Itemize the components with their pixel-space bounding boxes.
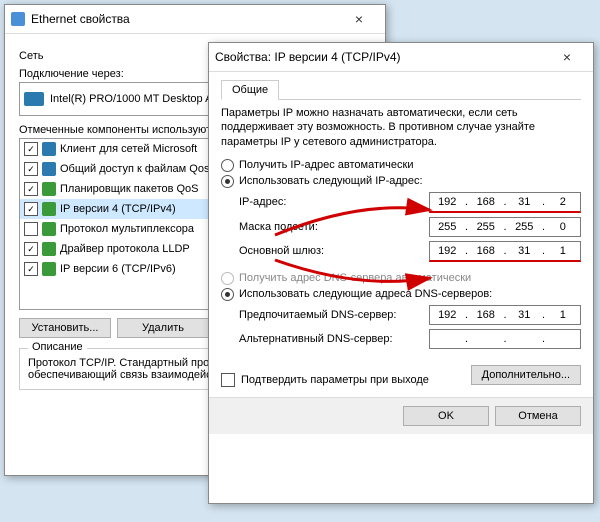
preferred-dns-input[interactable]: 192.168.31.1 <box>429 305 581 325</box>
dns2-label: Альтернативный DNS-сервер: <box>239 333 429 345</box>
checkbox-icon[interactable]: ✓ <box>24 142 38 156</box>
adapter-icon <box>24 92 44 106</box>
radio-label: Получить IP-адрес автоматически <box>239 159 413 171</box>
close-icon[interactable]: × <box>339 7 379 31</box>
gateway-input[interactable]: 192.168.31.1 <box>429 241 581 262</box>
component-icon <box>42 182 56 196</box>
validate-on-exit-checkbox[interactable]: Подтвердить параметры при выходе <box>221 373 471 387</box>
tab-general[interactable]: Общие <box>221 80 279 100</box>
cancel-button[interactable]: Отмена <box>495 406 581 426</box>
radio-icon <box>221 159 234 172</box>
component-label: Протокол мультиплексора <box>60 223 194 235</box>
component-icon <box>42 262 56 276</box>
component-icon <box>42 202 56 216</box>
gateway-label: Основной шлюз: <box>239 245 429 257</box>
subnet-mask-input[interactable]: 255.255.255.0 <box>429 217 581 237</box>
component-icon <box>42 242 56 256</box>
advanced-button[interactable]: Дополнительно... <box>471 365 581 385</box>
window-title: Ethernet свойства <box>31 12 339 26</box>
checkbox-icon <box>221 373 235 387</box>
checkbox-icon[interactable]: ✓ <box>24 182 38 196</box>
radio-auto-ip[interactable]: Получить IP-адрес автоматически <box>221 159 581 172</box>
ip-label: IP-адрес: <box>239 196 429 208</box>
network-icon <box>11 12 25 26</box>
ip-address-input[interactable]: 192.168.31.2 <box>429 192 581 213</box>
tabs: Общие <box>221 80 581 100</box>
titlebar[interactable]: Ethernet свойства × <box>5 5 385 34</box>
checkbox-icon[interactable] <box>24 222 38 236</box>
dns1-label: Предпочитаемый DNS-сервер: <box>239 309 429 321</box>
component-icon <box>42 222 56 236</box>
intro-text: Параметры IP можно назначать автоматичес… <box>221 106 581 149</box>
component-label: IP версии 6 (TCP/IPv6) <box>60 263 176 275</box>
radio-label: Использовать следующий IP-адрес: <box>239 175 423 187</box>
radio-label: Использовать следующие адреса DNS-сервер… <box>239 288 492 300</box>
checkbox-icon[interactable]: ✓ <box>24 242 38 256</box>
checkbox-label: Подтвердить параметры при выходе <box>241 374 429 386</box>
component-label: Клиент для сетей Microsoft <box>60 143 197 155</box>
radio-manual-ip[interactable]: Использовать следующий IP-адрес: <box>221 175 581 188</box>
radio-manual-dns[interactable]: Использовать следующие адреса DNS-сервер… <box>221 288 581 301</box>
window-title: Свойства: IP версии 4 (TCP/IPv4) <box>215 50 547 64</box>
description-title: Описание <box>28 341 87 353</box>
close-icon[interactable]: × <box>547 45 587 69</box>
ipv4-properties-window: Свойства: IP версии 4 (TCP/IPv4) × Общие… <box>208 42 594 504</box>
radio-icon <box>221 175 234 188</box>
component-label: Планировщик пакетов QoS <box>60 183 199 195</box>
alternate-dns-input[interactable]: ... <box>429 329 581 349</box>
ok-button[interactable]: OK <box>403 406 489 426</box>
radio-icon <box>221 272 234 285</box>
radio-auto-dns: Получить адрес DNS-сервера автоматически <box>221 272 581 285</box>
component-label: Драйвер протокола LLDP <box>60 243 190 255</box>
component-icon <box>42 162 56 176</box>
mask-label: Маска подсети: <box>239 221 429 233</box>
component-icon <box>42 142 56 156</box>
checkbox-icon[interactable]: ✓ <box>24 202 38 216</box>
checkbox-icon[interactable]: ✓ <box>24 262 38 276</box>
radio-label: Получить адрес DNS-сервера автоматически <box>239 272 471 284</box>
titlebar[interactable]: Свойства: IP версии 4 (TCP/IPv4) × <box>209 43 593 72</box>
component-label: Общий доступ к файлам Qos <box>60 163 209 175</box>
remove-button[interactable]: Удалить <box>117 318 209 338</box>
checkbox-icon[interactable]: ✓ <box>24 162 38 176</box>
component-label: IP версии 4 (TCP/IPv4) <box>60 203 176 215</box>
install-button[interactable]: Установить... <box>19 318 111 338</box>
radio-icon <box>221 288 234 301</box>
